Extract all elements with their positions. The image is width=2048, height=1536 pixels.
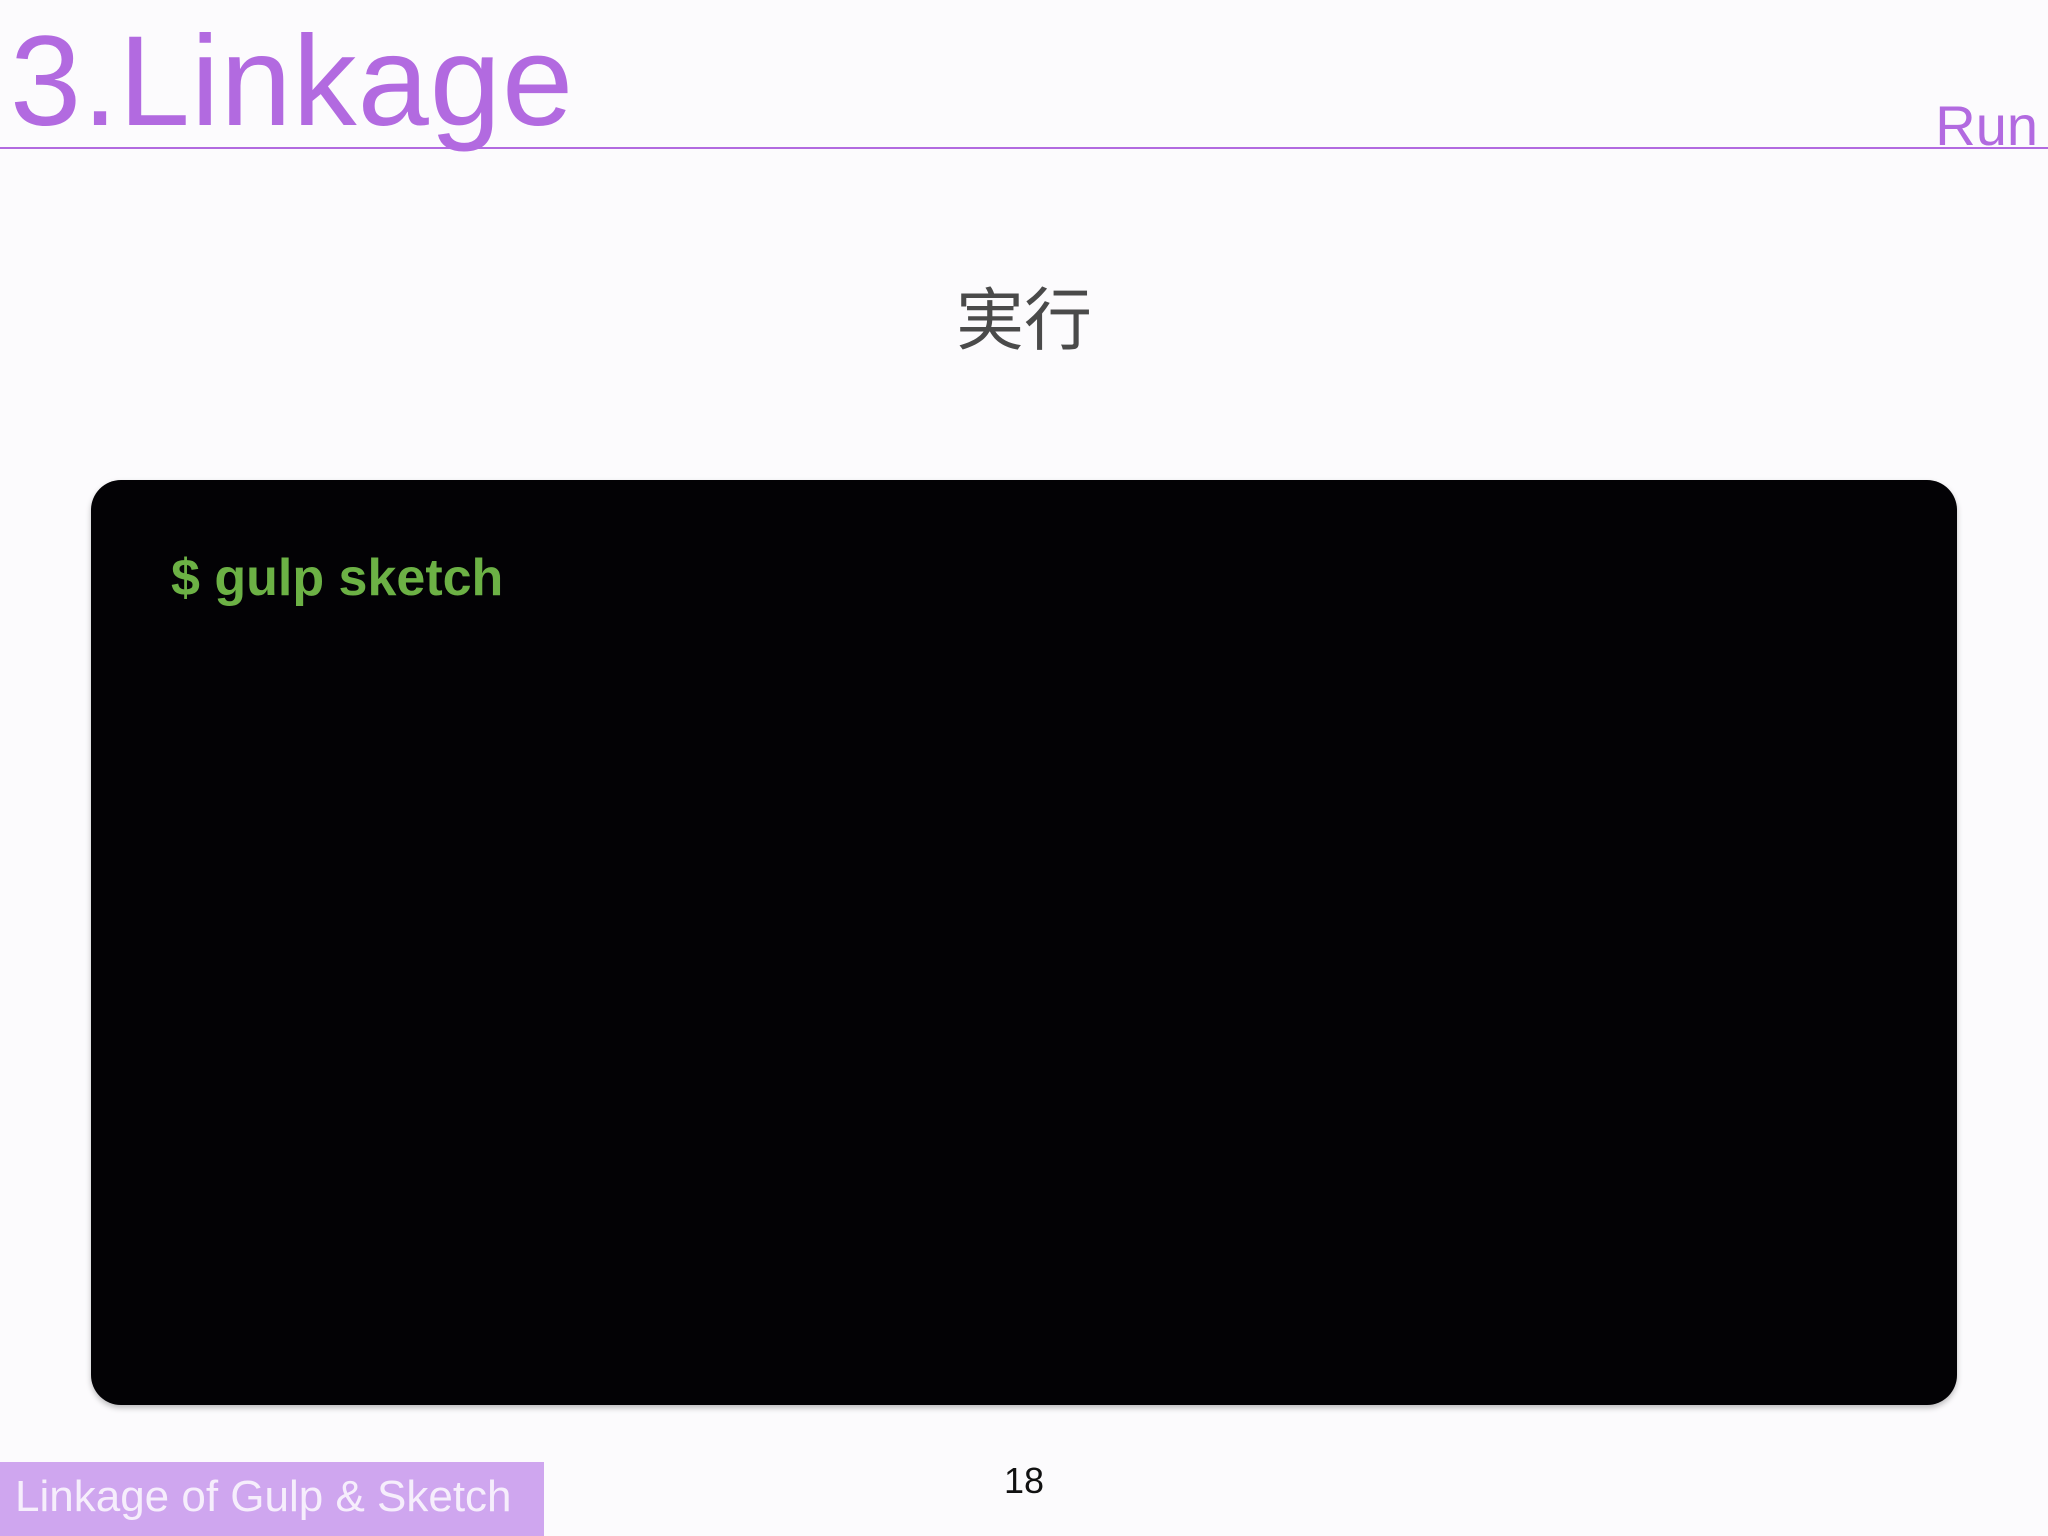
- footer-badge: Linkage of Gulp & Sketch: [0, 1462, 544, 1536]
- terminal-window: $ gulp sketch: [91, 480, 1957, 1405]
- slide-subtitle: 実行: [955, 282, 1092, 361]
- footer-deck-name: Linkage of Gulp & Sketch: [15, 1472, 512, 1521]
- title-divider: [0, 147, 2048, 149]
- section-label: Run: [1935, 94, 2038, 157]
- slide-title: 3.Linkage: [10, 10, 575, 153]
- terminal-command: $ gulp sketch: [171, 549, 504, 607]
